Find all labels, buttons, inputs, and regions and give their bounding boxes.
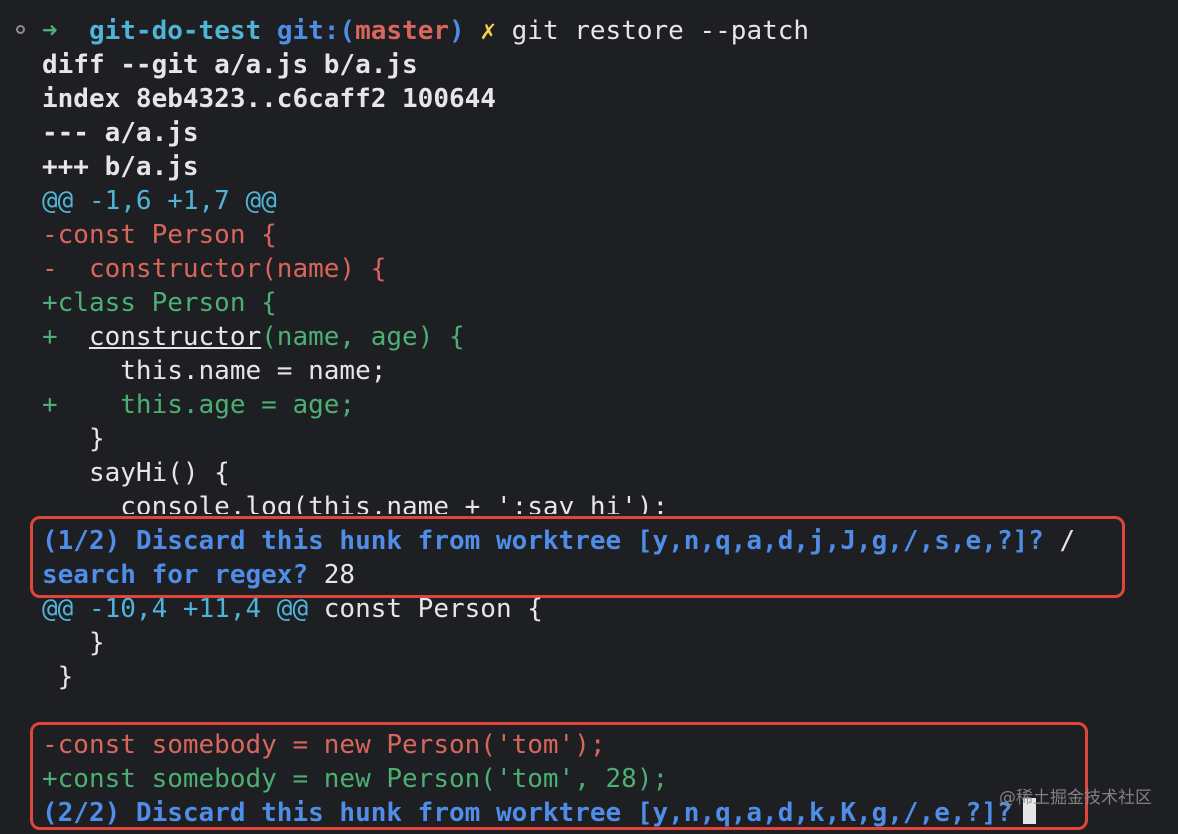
prompt-status-icon [16,25,25,34]
search-slash: / [1059,526,1076,556]
hunk2-header: @@ -10,4 +11,4 @@ const Person { [42,592,543,626]
search-regex-prompt[interactable]: search for regex? 28 [42,558,355,592]
hunk1-context-line: } [42,424,105,454]
hunk1-context-line: this.name = name; [42,356,387,386]
hunk1-removed-line: - constructor(name) { [42,254,387,284]
hunk2-prompt[interactable]: (2/2) Discard this hunk from worktree [y… [42,796,1036,830]
prompt-git-suffix: ) [449,16,465,46]
added-prefix: + [42,390,121,420]
hunk2-header-range: @@ -10,4 +11,4 @@ [42,594,309,624]
hunk2-added-line: +const somebody = new Person('tom', 28); [42,764,669,794]
added-prefix: + [42,322,89,352]
prompt-arrow-icon: ➜ [42,16,58,46]
old-file-line: --- a/a.js [42,118,199,148]
dirty-mark-icon: ✗ [480,16,496,46]
command-text: git restore --patch [511,16,810,46]
prompt-git-prefix: git:( [276,16,356,46]
new-file-line: +++ b/a.js [42,152,199,182]
watermark-text: @稀土掘金技术社区 [999,788,1152,808]
hunk1-prompt: (1/2) Discard this hunk from worktree [y… [42,524,1075,558]
hunk1-added-line: + this.age = age; [42,388,355,422]
terminal-window[interactable]: ➜ git-do-test git:(master) ✗ git restore… [0,0,1178,834]
added-rest: (name, age) { [261,322,465,352]
constructor-keyword: constructor [88,322,262,352]
hunk1-context-line: sayHi() { [42,458,230,488]
hunk2-removed-line: -const somebody = new Person('tom'); [42,730,606,760]
hunk2-prompt-question: (2/2) Discard this hunk from worktree [y… [42,798,1013,828]
hunk1-context-line: console.log(this.name + ':say hi'); [42,492,669,514]
search-regex-label: search for regex? [42,560,309,590]
hunk1-prompt-question: (1/2) Discard this hunk from worktree [y… [42,526,1060,556]
hunk2-context-line: } [42,662,74,692]
hunk1-added-line: +class Person { [42,288,277,318]
search-regex-input[interactable]: 28 [308,560,355,590]
prompt-line: ➜ git-do-test git:(master) ✗ git restore… [42,14,809,48]
added-code: this.age = age; [120,390,356,420]
hunk2-header-context: const Person { [308,594,543,624]
index-line: index 8eb4323..c6caff2 100644 [42,84,496,114]
hunk1-header: @@ -1,6 +1,7 @@ [42,186,277,216]
hunk1-added-line: + constructor(name, age) { [42,320,465,354]
prompt-branch: master [355,16,450,46]
diff-header-line: diff --git a/a.js b/a.js [42,50,418,80]
hunk2-context-line: } [42,628,105,658]
hunk1-removed-line: -const Person { [42,220,277,250]
prompt-directory: git-do-test [88,16,262,46]
